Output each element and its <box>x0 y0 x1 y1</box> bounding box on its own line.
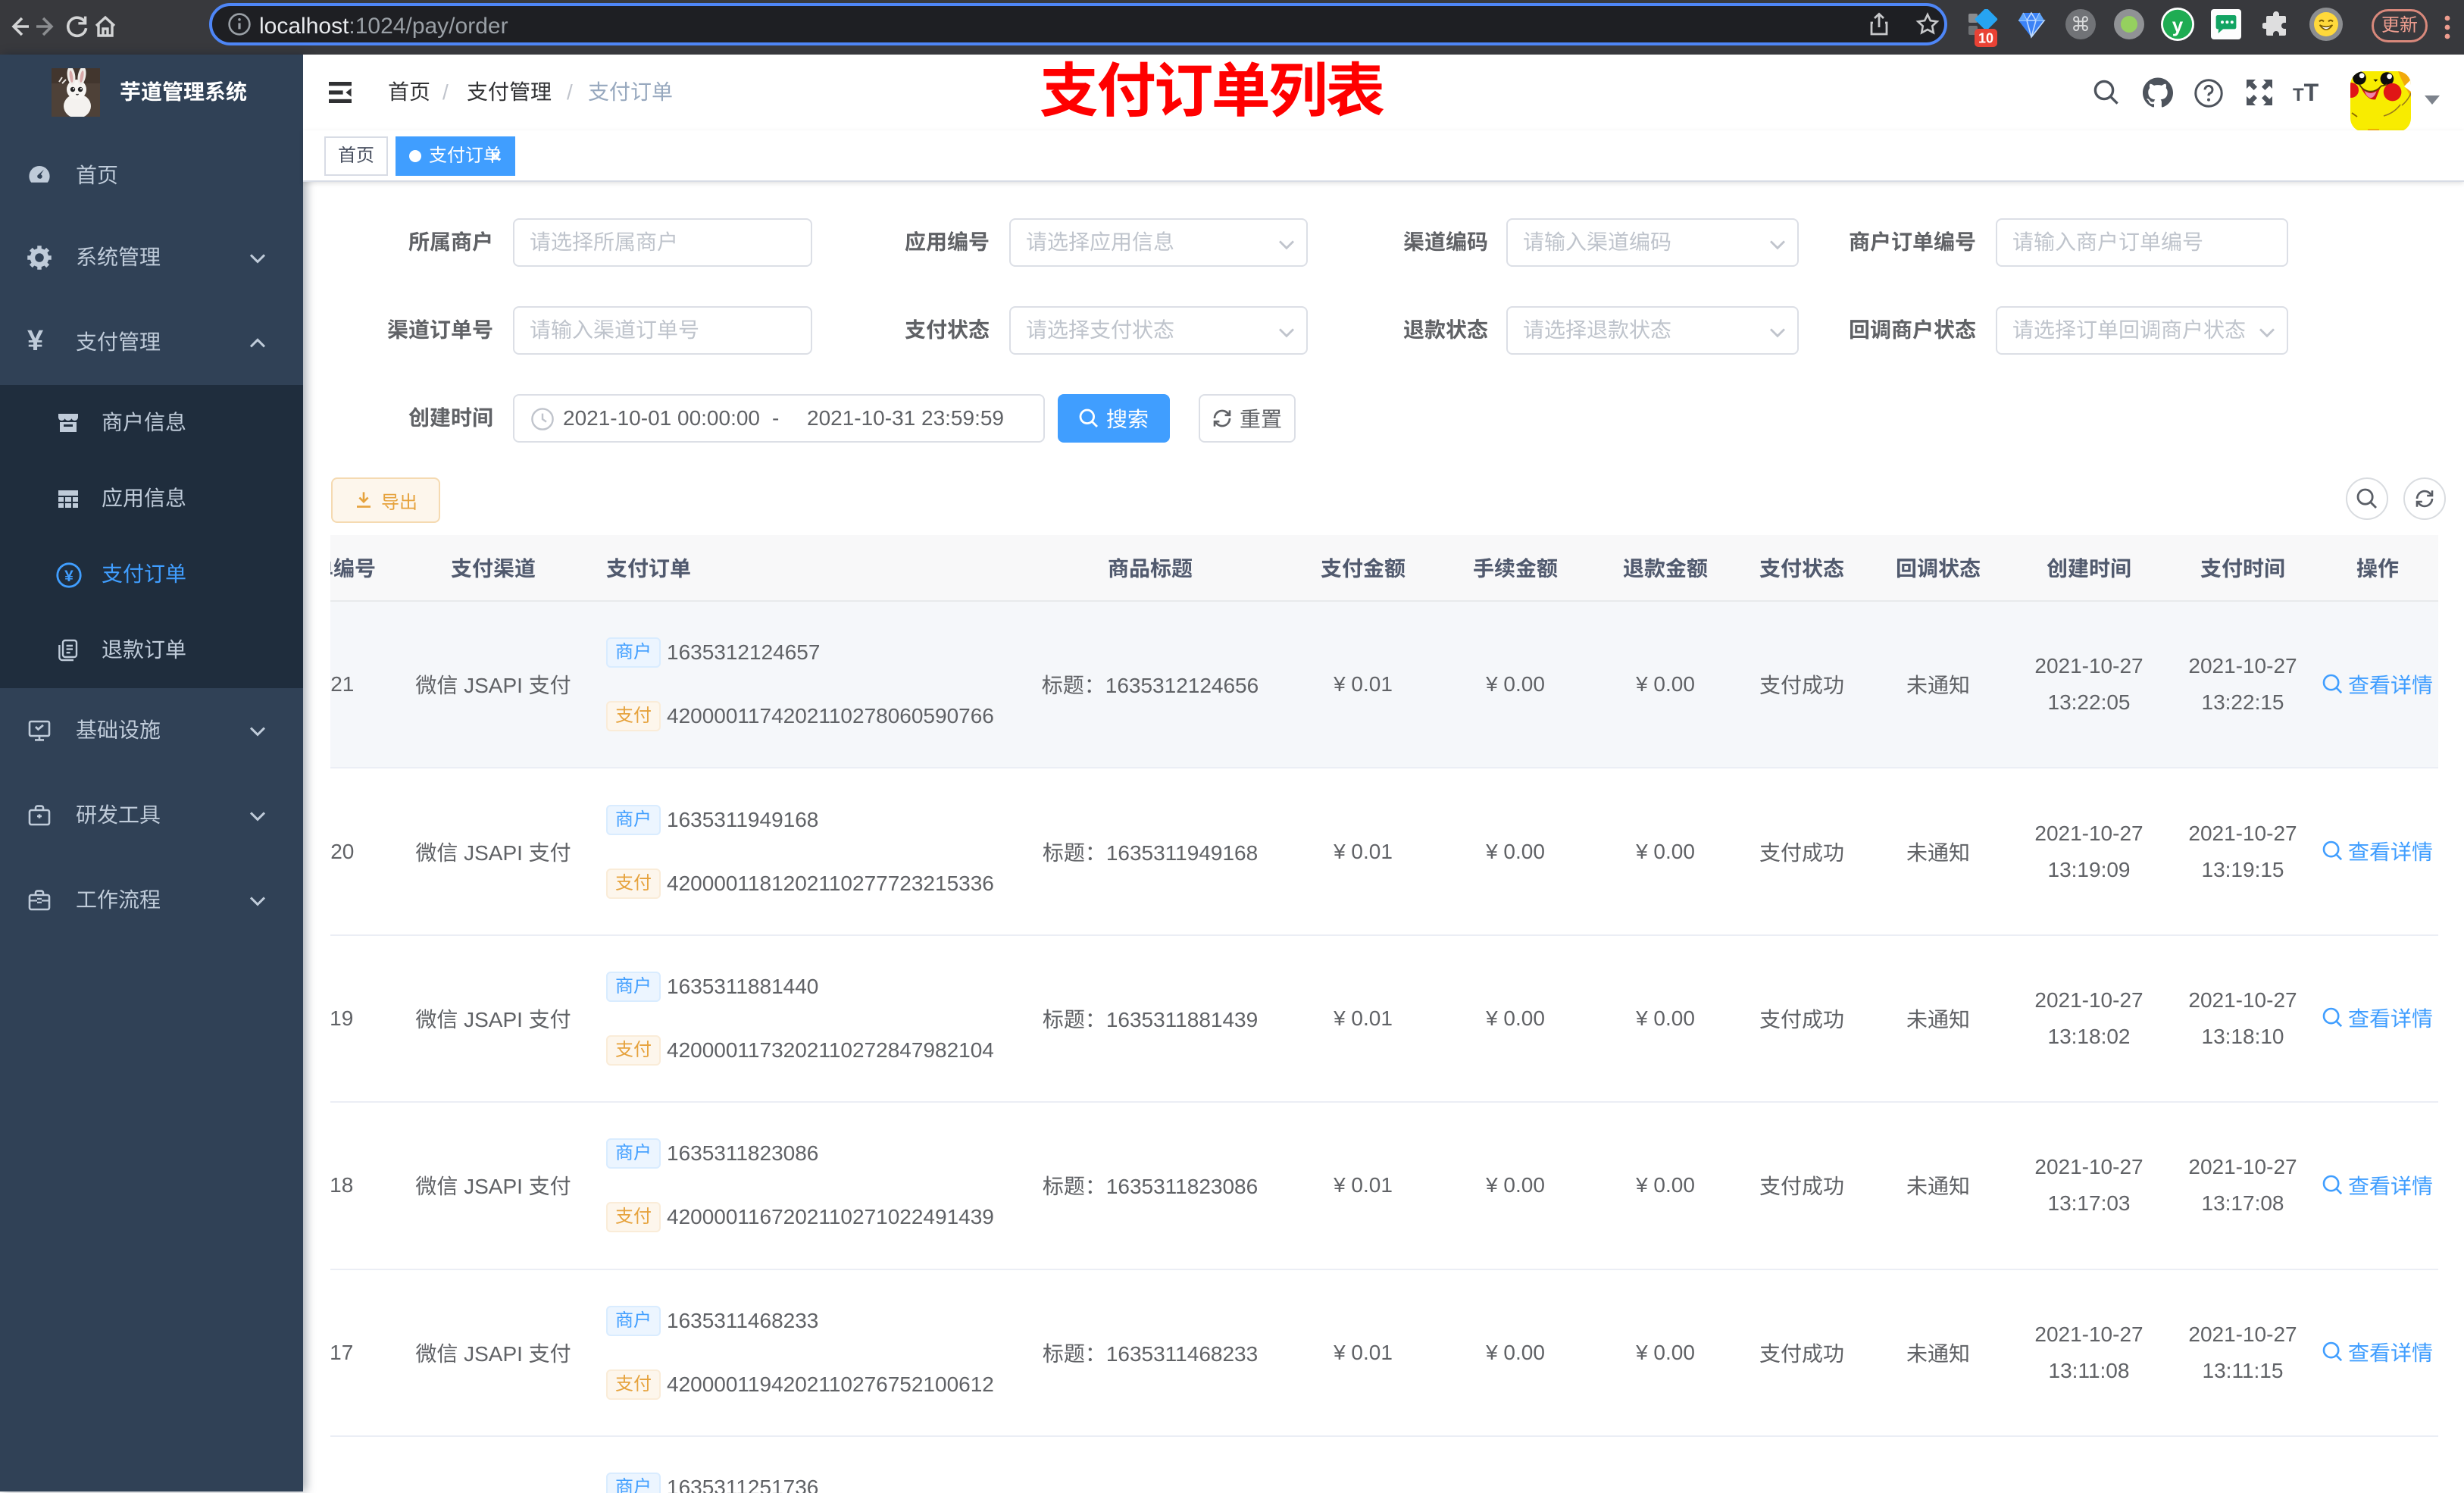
svg-text:⌘: ⌘ <box>2071 13 2090 36</box>
svg-text:¥: ¥ <box>64 568 73 585</box>
svg-text:10: 10 <box>1978 31 1993 46</box>
svg-text:y: y <box>2172 14 2184 36</box>
